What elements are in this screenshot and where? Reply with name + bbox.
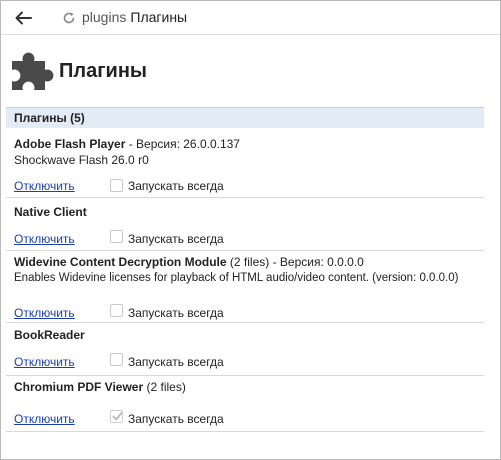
back-arrow-icon [15, 11, 32, 25]
plugin-version: - Версия: 26.0.0.137 [125, 137, 240, 151]
page-title: Плагины [59, 60, 147, 82]
browser-toolbar: plugins Плагины [1, 1, 500, 35]
back-button[interactable] [9, 4, 37, 32]
address-page-label: Плагины [130, 9, 188, 25]
plugin-name: BookReader [14, 328, 85, 342]
always-run-checkbox[interactable] [110, 304, 123, 317]
always-run-checkbox-checked[interactable] [110, 410, 123, 423]
plugin-version: - Версия: 0.0.0.0 [269, 255, 364, 269]
plugin-item-adobe-flash-player: Adobe Flash Player - Версия: 26.0.0.137 … [6, 128, 484, 198]
always-run-label: Запускать всегда [128, 355, 224, 369]
plugin-description: Enables Widevine licenses for playback o… [14, 272, 459, 284]
always-run-checkbox[interactable] [110, 179, 123, 192]
plugin-title: Chromium PDF Viewer (2 files) [14, 380, 186, 394]
plugin-title: Adobe Flash Player - Версия: 26.0.0.137 [14, 137, 240, 151]
plugin-item-native-client: Native Client Отключить Запускать всегда [6, 198, 484, 251]
plugin-title: Native Client [14, 205, 87, 219]
plugin-name: Native Client [14, 205, 87, 219]
plugin-item-widevine: Widevine Content Decryption Module (2 fi… [6, 251, 484, 323]
disable-link[interactable]: Отключить [14, 306, 75, 320]
plugin-item-chromium-pdf-viewer: Chromium PDF Viewer (2 files) Отключить … [6, 376, 484, 432]
disable-link[interactable]: Отключить [14, 179, 75, 193]
address-url: plugins [82, 9, 127, 25]
disable-link[interactable]: Отключить [14, 412, 75, 426]
always-run-label: Запускать всегда [128, 412, 224, 426]
always-run-checkbox[interactable] [110, 353, 123, 366]
reload-icon[interactable] [61, 10, 77, 26]
puzzle-piece-icon [12, 52, 54, 90]
always-run-checkbox[interactable] [110, 230, 123, 243]
plugins-section-header: Плагины (5) [6, 107, 484, 128]
plugin-files: (2 files) [226, 255, 270, 269]
plugin-description: Shockwave Flash 26.0 r0 [14, 153, 149, 167]
always-run-label: Запускать всегда [128, 179, 224, 193]
plugin-files: (2 files) [143, 380, 186, 394]
disable-link[interactable]: Отключить [14, 355, 75, 369]
plugin-title: BookReader [14, 328, 85, 342]
plugin-item-bookreader: BookReader Отключить Запускать всегда [6, 323, 484, 376]
address-bar[interactable]: plugins Плагины [82, 9, 187, 25]
checkmark-icon [112, 411, 123, 421]
plugin-name: Widevine Content Decryption Module [14, 255, 227, 269]
disable-link[interactable]: Отключить [14, 232, 75, 246]
plugin-title: Widevine Content Decryption Module (2 fi… [14, 255, 364, 269]
plugin-name: Chromium PDF Viewer [14, 380, 144, 394]
plugin-name: Adobe Flash Player [14, 137, 126, 151]
always-run-label: Запускать всегда [128, 232, 224, 246]
always-run-label: Запускать всегда [128, 306, 224, 320]
